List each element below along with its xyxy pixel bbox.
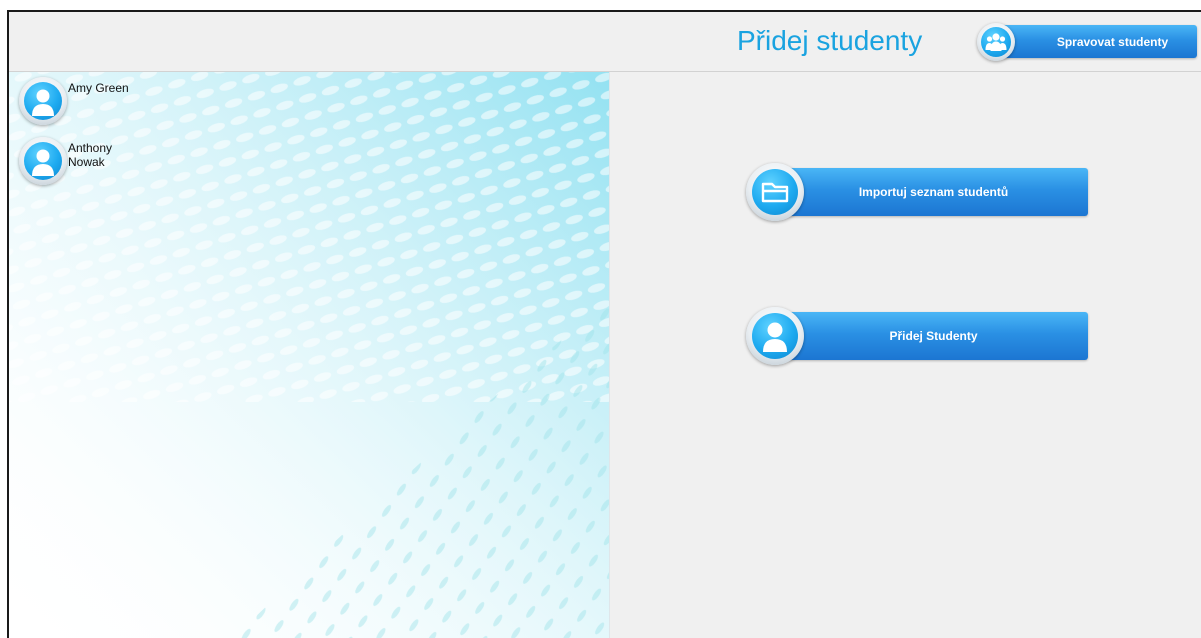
actions-panel: Importuj seznam studentů Přidej Studenty [610,72,1201,638]
user-icon [19,77,67,125]
header-bar: Přidej studenty Spravovat studenty [9,12,1201,72]
manage-students-button[interactable]: Spravovat studenty [1002,25,1197,58]
student-name: Anthony Nowak [68,141,113,169]
page-title: Přidej studenty [737,25,923,56]
student-list-panel: Amy Green Anthony Nowak [9,72,610,638]
add-students-button[interactable]: Přidej Studenty [767,312,1088,360]
manage-students-label: Spravovat studenty [1056,34,1169,49]
add-students-label: Přidej Studenty [889,329,978,343]
app-window: Přidej studenty Spravovat studenty Amy G… [7,10,1201,638]
import-students-label: Importuj seznam studentů [858,185,1009,199]
folder-icon[interactable] [746,163,804,221]
student-name: Amy Green [68,81,129,95]
import-students-button[interactable]: Importuj seznam studentů [767,168,1088,216]
group-icon[interactable] [977,23,1015,61]
user-icon[interactable] [746,307,804,365]
user-icon [19,137,67,185]
